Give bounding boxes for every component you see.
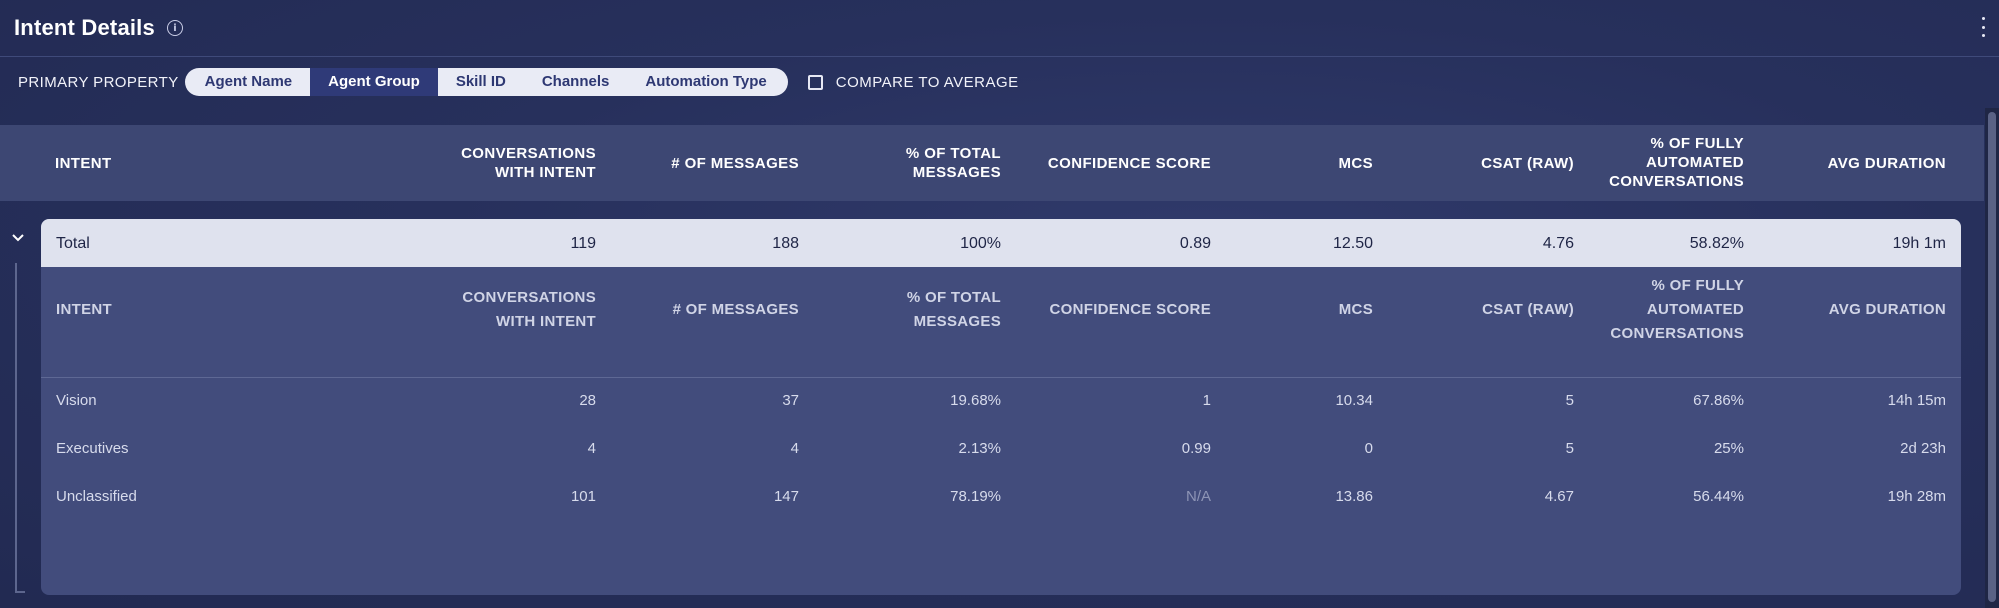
info-icon[interactable]: i — [166, 20, 183, 36]
col-confidence[interactable]: CONFIDENCE SCORE — [1010, 154, 1211, 173]
sub-col-messages[interactable]: # OF MESSAGES — [600, 298, 799, 322]
primary-property-selector: Agent Name Agent Group Skill ID Channels… — [184, 68, 788, 96]
col-pct-automated[interactable]: % OF FULLY AUTOMATED CONVERSATIONS — [1580, 134, 1744, 191]
cell-mcs: 10.34 — [1335, 392, 1373, 409]
cell-pct-messages: 78.19% — [950, 488, 1001, 505]
cell-csat: 5 — [1565, 440, 1574, 457]
col-messages[interactable]: # OF MESSAGES — [600, 154, 799, 173]
option-channels[interactable]: Channels — [524, 68, 628, 96]
cell-conversations: 4 — [587, 440, 596, 457]
scrollbar-thumb[interactable] — [1988, 112, 1996, 602]
option-agent-name[interactable]: Agent Name — [188, 68, 311, 96]
total-confidence: 0.89 — [1179, 235, 1211, 252]
cell-csat: 4.67 — [1544, 488, 1574, 505]
cell-confidence: N/A — [1185, 488, 1211, 505]
filter-bar: PRIMARY PROPERTY Agent Name Agent Group … — [0, 66, 1999, 98]
cell-confidence: 1 — [1202, 392, 1211, 409]
cell-avg-duration: 2d 23h — [1900, 440, 1946, 457]
total-conversations: 119 — [570, 235, 596, 252]
sub-table-header: INTENT CONVERSATIONS WITH INTENT # OF MES… — [41, 267, 1961, 378]
cell-messages: 4 — [790, 440, 799, 457]
cell-pct-messages: 2.13% — [958, 440, 1001, 457]
cell-intent: Unclassified — [56, 488, 137, 505]
option-automation-type[interactable]: Automation Type — [627, 68, 784, 96]
total-pct-automated: 58.82% — [1689, 235, 1744, 252]
cell-avg-duration: 14h 15m — [1887, 392, 1946, 409]
col-conversations[interactable]: CONVERSATIONS WITH INTENT — [400, 144, 596, 182]
sub-col-avg-duration[interactable]: AVG DURATION — [1760, 298, 1946, 322]
compare-label: COMPARE TO AVERAGE — [835, 73, 1019, 91]
sub-col-confidence[interactable]: CONFIDENCE SCORE — [1010, 298, 1211, 322]
table-header: INTENT CONVERSATIONS WITH INTENT # OF MES… — [0, 125, 1984, 201]
page-title: Intent Details — [14, 15, 155, 40]
cell-pct-messages: 19.68% — [950, 392, 1001, 409]
cell-messages: 37 — [782, 392, 799, 409]
cell-conversations: 28 — [579, 392, 596, 409]
compare-to-average-toggle[interactable]: COMPARE TO AVERAGE — [807, 73, 1019, 91]
tree-connector — [15, 263, 17, 593]
col-csat[interactable]: CSAT (RAW) — [1380, 154, 1574, 173]
table-row[interactable]: Unclassified 101 147 78.19% N/A 13.86 4.… — [41, 474, 1961, 522]
more-options-icon[interactable] — [1979, 17, 1987, 37]
cell-confidence: 0.99 — [1181, 440, 1211, 457]
sub-col-pct-messages[interactable]: % OF TOTAL MESSAGES — [800, 286, 1001, 334]
primary-property-label: PRIMARY PROPERTY — [18, 73, 179, 91]
cell-intent: Vision — [56, 392, 97, 409]
cell-csat: 5 — [1565, 392, 1574, 409]
total-row[interactable]: Total 119 188 100% 0.89 12.50 4.76 58.82… — [41, 219, 1961, 267]
cell-pct-automated: 67.86% — [1693, 392, 1744, 409]
cell-messages: 147 — [773, 488, 799, 505]
sub-col-mcs[interactable]: MCS — [1220, 298, 1373, 322]
cell-avg-duration: 19h 28m — [1887, 488, 1946, 505]
panel-header: Intent Details i — [0, 0, 1999, 57]
total-label: Total — [56, 235, 90, 252]
col-pct-messages[interactable]: % OF TOTAL MESSAGES — [800, 144, 1001, 182]
cell-intent: Executives — [56, 440, 129, 457]
table-row[interactable]: Executives 4 4 2.13% 0.99 0 5 25% 2d 23h — [41, 426, 1961, 474]
cell-pct-automated: 56.44% — [1693, 488, 1744, 505]
cell-pct-automated: 25% — [1713, 440, 1744, 457]
collapse-chevron-icon[interactable] — [12, 232, 24, 244]
total-avg-duration: 19h 1m — [1892, 235, 1946, 252]
cell-conversations: 101 — [570, 488, 596, 505]
compare-checkbox[interactable] — [807, 74, 823, 90]
total-mcs: 12.50 — [1332, 235, 1373, 252]
col-intent[interactable]: INTENT — [55, 154, 112, 173]
table-row[interactable]: Vision 28 37 19.68% 1 10.34 5 67.86% 14h… — [41, 378, 1961, 426]
sub-col-intent[interactable]: INTENT — [56, 298, 112, 322]
cell-mcs: 13.86 — [1335, 488, 1373, 505]
col-avg-duration[interactable]: AVG DURATION — [1760, 154, 1946, 173]
sub-col-pct-automated[interactable]: % OF FULLY AUTOMATED CONVERSATIONS — [1580, 274, 1744, 346]
intent-group-panel: Total 119 188 100% 0.89 12.50 4.76 58.82… — [41, 219, 1961, 595]
tree-connector-foot — [15, 591, 25, 593]
col-mcs[interactable]: MCS — [1220, 154, 1373, 173]
option-agent-group[interactable]: Agent Group — [310, 68, 438, 96]
sub-col-csat[interactable]: CSAT (RAW) — [1380, 298, 1574, 322]
total-csat: 4.76 — [1542, 235, 1574, 252]
cell-mcs: 0 — [1364, 440, 1373, 457]
sub-col-conversations[interactable]: CONVERSATIONS WITH INTENT — [400, 286, 596, 334]
total-pct-messages: 100% — [960, 235, 1001, 252]
total-messages: 188 — [772, 235, 799, 252]
option-skill-id[interactable]: Skill ID — [438, 68, 524, 96]
